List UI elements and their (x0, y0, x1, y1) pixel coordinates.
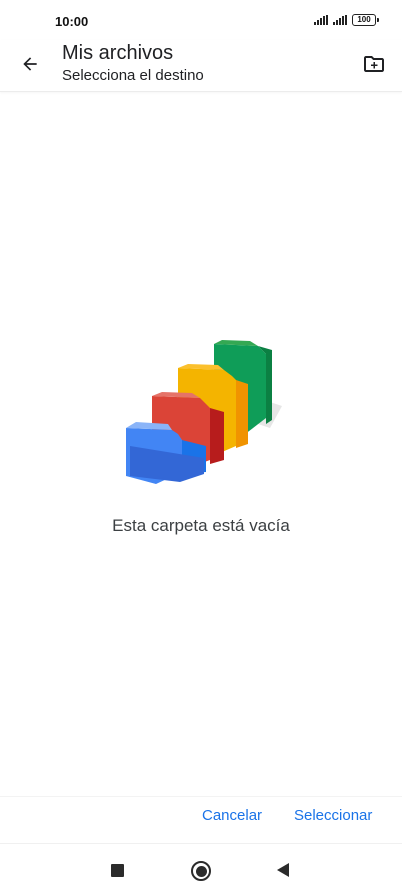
signal-icon (333, 15, 347, 25)
status-bar: 10:00 100 (0, 0, 402, 40)
dialog-actions: Cancelar Seleccionar (0, 796, 402, 837)
screen: 10:00 100 Mis archivos Selecciona el des… (0, 0, 402, 893)
app-bar: Mis archivos Selecciona el destino (0, 40, 402, 92)
page-subtitle: Selecciona el destino (62, 67, 204, 84)
select-button[interactable]: Seleccionar (294, 807, 372, 824)
status-icons: 100 (314, 14, 379, 26)
system-nav-bar (0, 843, 402, 893)
empty-folder-message: Esta carpeta está vacía (112, 516, 290, 535)
create-new-folder-icon (364, 56, 384, 72)
home-circle-icon[interactable] (191, 861, 211, 881)
cancel-button[interactable]: Cancelar (202, 807, 262, 824)
status-time: 10:00 (55, 14, 89, 29)
back-triangle-icon[interactable] (277, 863, 289, 877)
home-dot (195, 865, 207, 877)
battery-level: 100 (357, 15, 371, 24)
recents-square-icon[interactable] (111, 864, 124, 877)
back-button[interactable] (12, 46, 48, 82)
arrow-back-icon (23, 57, 37, 71)
battery-icon: 100 (352, 14, 379, 26)
new-folder-button[interactable] (356, 46, 392, 82)
colored-folders-illustration (120, 336, 290, 486)
page-title: Mis archivos (62, 42, 174, 64)
signal-icon (314, 15, 328, 25)
